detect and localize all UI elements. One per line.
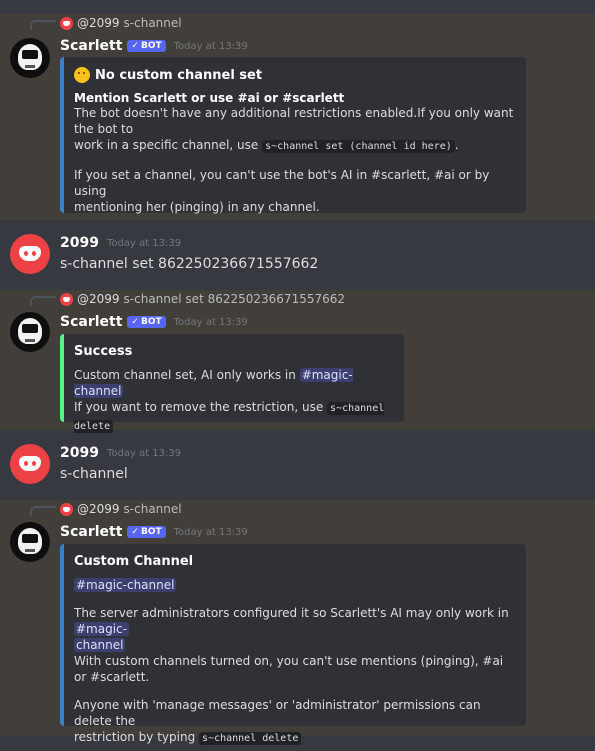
reply-author[interactable]: @2099 bbox=[77, 292, 120, 306]
channel-mention[interactable]: #magic- bbox=[74, 622, 129, 636]
embed-text-line: With custom channels turned on, you can'… bbox=[74, 654, 504, 684]
timestamp[interactable]: Today at 13:39 bbox=[107, 448, 181, 459]
message-content: s-channel bbox=[60, 466, 128, 482]
message-user-1: 2099 Today at 13:39 s-channel set 862250… bbox=[0, 225, 595, 283]
reply-text[interactable]: s-channel set 862250236671557662 bbox=[124, 292, 345, 306]
embed: No custom channel set Mention Scarlett o… bbox=[60, 57, 526, 215]
embed-text-line: If you want to remove the restriction, u… bbox=[74, 399, 392, 435]
message-scarlett-2: @2099 s-channel set 862250236671557662 S… bbox=[0, 290, 595, 433]
embed-text-line: #magic-channel bbox=[74, 577, 514, 593]
reply-spine bbox=[30, 506, 56, 516]
timestamp[interactable]: Today at 13:39 bbox=[174, 317, 248, 328]
embed-field-name: Mention Scarlett or use #ai or #scarlett bbox=[74, 91, 345, 105]
embed-text-line: restriction by typing s~channel delete bbox=[74, 729, 514, 747]
message-header: 2099 Today at 13:39 bbox=[60, 235, 181, 251]
embed-description: #magic-channel The server administrators… bbox=[74, 577, 514, 747]
embed-text: Custom channel set, AI only works in bbox=[74, 368, 296, 382]
embed-text: work in a specific channel, use bbox=[74, 138, 259, 152]
embed-text: restriction by typing bbox=[74, 730, 196, 744]
bot-badge-label: BOT bbox=[140, 317, 162, 327]
bot-badge-label: BOT bbox=[140, 527, 162, 537]
author-name[interactable]: 2099 bbox=[60, 235, 99, 251]
embed-title: No custom channel set bbox=[74, 67, 514, 83]
message-header: Scarlett ✓ BOT Today at 13:39 bbox=[60, 314, 248, 330]
embed-text-line: mentioning her (pinging) in any channel. bbox=[74, 200, 320, 214]
reply-preview[interactable]: @2099 s-channel set 862250236671557662 bbox=[60, 292, 345, 306]
embed-text-line: channel bbox=[74, 637, 514, 653]
embed-title-text: No custom channel set bbox=[95, 67, 263, 83]
reply-author[interactable]: @2099 bbox=[77, 502, 120, 516]
embed-text: The server administrators configured it … bbox=[74, 606, 509, 620]
embed-title: Custom Channel bbox=[74, 554, 194, 569]
embed-text-line: Custom channel set, AI only works in #ma… bbox=[74, 367, 392, 399]
check-icon: ✓ bbox=[131, 527, 139, 537]
timestamp[interactable]: Today at 13:39 bbox=[174, 41, 248, 52]
check-icon: ✓ bbox=[131, 41, 139, 51]
message-content: s-channel set 862250236671557662 bbox=[60, 256, 319, 272]
embed-text-line: If you set a channel, you can't use the … bbox=[74, 168, 490, 198]
embed-description: Custom channel set, AI only works in #ma… bbox=[74, 367, 392, 435]
thinking-emoji-icon bbox=[74, 67, 90, 83]
channel-mention[interactable]: channel bbox=[74, 638, 126, 652]
bot-badge-label: BOT bbox=[140, 41, 162, 51]
author-name[interactable]: Scarlett bbox=[60, 314, 122, 330]
inline-code: s~channel delete bbox=[199, 732, 302, 745]
author-name[interactable]: Scarlett bbox=[60, 524, 122, 540]
embed-text-line: Anyone with 'manage messages' or 'admini… bbox=[74, 698, 481, 728]
discord-icon bbox=[60, 502, 73, 516]
timestamp[interactable]: Today at 13:39 bbox=[174, 527, 248, 538]
reply-spine bbox=[30, 20, 56, 30]
embed-text: . bbox=[454, 138, 459, 152]
inline-code: s~channel set (channel id here) bbox=[262, 140, 455, 153]
message-scarlett-1: @2099 s-channel Scarlett ✓ BOT Today at 1… bbox=[0, 14, 595, 220]
embed: Success Custom channel set, AI only work… bbox=[60, 334, 404, 433]
timestamp[interactable]: Today at 13:39 bbox=[107, 238, 181, 249]
discord-icon[interactable] bbox=[10, 234, 50, 274]
embed-text-line: The server administrators configured it … bbox=[74, 605, 514, 637]
message-user-2: 2099 Today at 13:39 s-channel bbox=[0, 435, 595, 493]
discord-icon[interactable] bbox=[10, 444, 50, 484]
embed-title: Success bbox=[74, 344, 133, 359]
message-header: Scarlett ✓ BOT Today at 13:39 bbox=[60, 524, 248, 540]
reply-author[interactable]: @2099 bbox=[77, 16, 120, 30]
reply-text[interactable]: s-channel bbox=[124, 502, 182, 516]
bot-badge: ✓ BOT bbox=[127, 40, 166, 52]
bot-badge: ✓ BOT bbox=[127, 316, 166, 328]
embed-text-line: work in a specific channel, use s~channe… bbox=[74, 137, 514, 155]
check-icon: ✓ bbox=[131, 317, 139, 327]
embed-text-line: The bot doesn't have any additional rest… bbox=[74, 106, 514, 136]
embed-description: The bot doesn't have any additional rest… bbox=[74, 105, 514, 215]
reply-spine bbox=[30, 296, 56, 306]
reply-text[interactable]: s-channel bbox=[124, 16, 182, 30]
message-header: 2099 Today at 13:39 bbox=[60, 445, 181, 461]
embed: Custom Channel #magic-channel The server… bbox=[60, 544, 526, 745]
reply-preview[interactable]: @2099 s-channel bbox=[60, 16, 182, 30]
reply-preview[interactable]: @2099 s-channel bbox=[60, 502, 182, 516]
discord-icon bbox=[60, 292, 73, 306]
author-name[interactable]: 2099 bbox=[60, 445, 99, 461]
message-scarlett-3: @2099 s-channel Scarlett ✓ BOT Today at 1… bbox=[0, 500, 595, 745]
channel-mention[interactable]: #magic-channel bbox=[74, 578, 177, 592]
embed-text: If you want to remove the restriction, u… bbox=[74, 400, 324, 414]
message-header: Scarlett ✓ BOT Today at 13:39 bbox=[60, 38, 248, 54]
discord-icon bbox=[60, 16, 73, 30]
avatar[interactable] bbox=[10, 38, 50, 78]
avatar[interactable] bbox=[10, 312, 50, 352]
author-name[interactable]: Scarlett bbox=[60, 38, 122, 54]
avatar[interactable] bbox=[10, 522, 50, 562]
bot-badge: ✓ BOT bbox=[127, 526, 166, 538]
